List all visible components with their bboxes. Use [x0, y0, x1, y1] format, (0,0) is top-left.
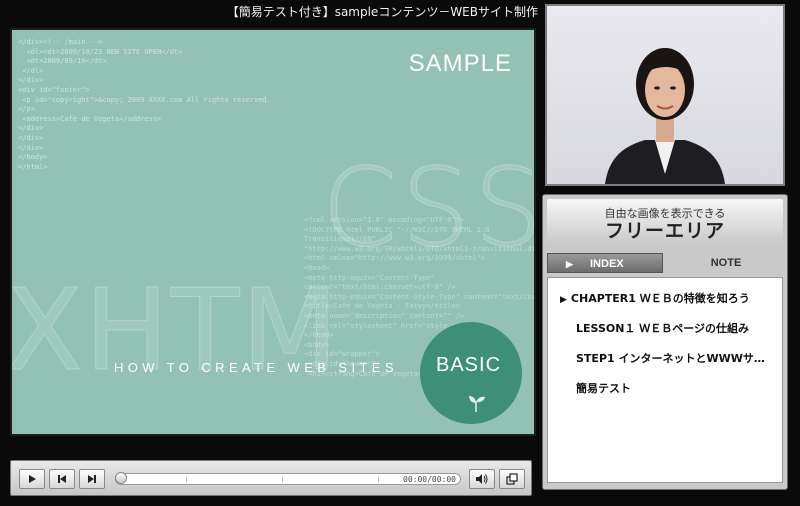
- player-controls: 00:00/00:00: [10, 460, 532, 496]
- index-item-quiz[interactable]: 簡易テスト: [576, 380, 631, 396]
- xhtml-watermark: XHTM: [10, 266, 340, 397]
- index-item-label: STEP1 インターネットとWWWサ…: [576, 352, 765, 365]
- skip-back-icon: [58, 475, 66, 483]
- index-item-label: LESSON１ ＷＥＢページの仕組み: [576, 322, 750, 335]
- index-item-step1[interactable]: STEP1 インターネットとWWWサ…: [576, 350, 765, 366]
- current-marker-icon: ▶: [560, 295, 567, 305]
- sprout-icon: [469, 396, 485, 412]
- code-decoration: </div><!-- /main --> <dl><dt>2009/10/23 …: [18, 38, 271, 171]
- index-list: ▶ CHAPTER1 ＷＥＢの特徴を知ろう LESSON１ ＷＥＢページの仕組み …: [547, 277, 783, 483]
- presenter-image: [547, 6, 783, 184]
- play-arrow-icon: ▶: [566, 259, 573, 269]
- slide-tagline: HOW TO CREATE WEB SITES: [114, 360, 398, 375]
- previous-button[interactable]: [49, 469, 75, 489]
- slide-area: </div><!-- /main --> <dl><dt>2009/10/23 …: [10, 28, 536, 436]
- free-area: 自由な画像を表示できる フリーエリア: [547, 199, 783, 245]
- index-item-label: CHAPTER1 ＷＥＢの特徴を知ろう: [570, 292, 750, 305]
- presenter-video: [545, 4, 785, 186]
- free-area-subtitle: 自由な画像を表示できる: [604, 207, 726, 220]
- side-panel: 自由な画像を表示できる フリーエリア ▶ INDEX NOTE ▶ CHAPTER…: [542, 194, 788, 490]
- sample-label: SAMPLE: [408, 50, 512, 77]
- basic-label: BASIC: [436, 354, 502, 376]
- seek-tick: [378, 477, 379, 482]
- lesson-title: 【簡易テスト付き】sampleコンテンツ－WEBサイト制作: [226, 5, 538, 19]
- seek-tick: [186, 477, 187, 482]
- index-item-label: 簡易テスト: [576, 382, 631, 395]
- volume-button[interactable]: [469, 469, 495, 489]
- tab-note[interactable]: NOTE: [669, 253, 783, 273]
- tab-index-label: INDEX: [590, 258, 624, 270]
- tab-bar: ▶ INDEX NOTE: [547, 253, 783, 275]
- window-icon: [506, 473, 518, 485]
- tab-index[interactable]: ▶ INDEX: [547, 253, 663, 273]
- skip-forward-icon: [88, 475, 96, 483]
- index-item-lesson1[interactable]: LESSON１ ＷＥＢページの仕組み: [576, 320, 749, 336]
- play-button[interactable]: [19, 469, 45, 489]
- player-window: 【簡易テスト付き】sampleコンテンツ－WEBサイト制作 </div><!--…: [0, 0, 800, 506]
- seek-bar[interactable]: 00:00/00:00: [115, 472, 461, 485]
- index-item-chapter1[interactable]: ▶ CHAPTER1 ＷＥＢの特徴を知ろう: [560, 290, 750, 306]
- fullscreen-button[interactable]: [499, 469, 525, 489]
- seek-tick: [282, 477, 283, 482]
- next-button[interactable]: [79, 469, 105, 489]
- play-icon: [29, 475, 36, 483]
- free-area-title: フリーエリア: [604, 220, 725, 242]
- speaker-icon: [476, 474, 488, 484]
- seek-handle[interactable]: [115, 472, 127, 484]
- time-display: 00:00/00:00: [403, 475, 456, 484]
